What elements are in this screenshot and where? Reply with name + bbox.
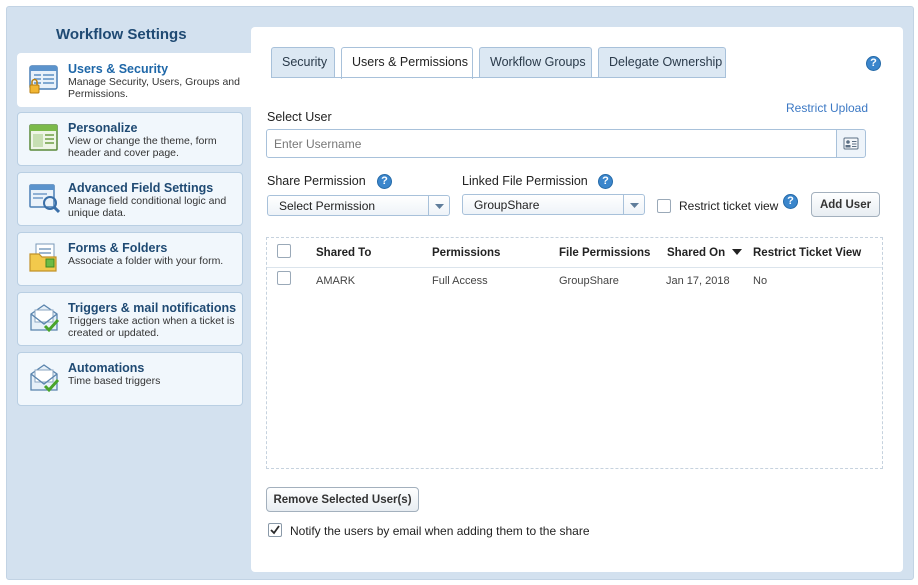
sidebar-item-desc: Manage field conditional logic and uniqu… xyxy=(68,195,227,219)
restrict-ticket-label: Restrict ticket view xyxy=(679,199,779,213)
tab-workflow-groups[interactable]: Workflow Groups xyxy=(479,47,592,78)
sidebar-item-title: Advanced Field Settings xyxy=(68,181,214,195)
notify-label: Notify the users by email when adding th… xyxy=(290,524,590,538)
cell-restrict: No xyxy=(753,275,768,287)
personalize-icon xyxy=(29,124,58,151)
sidebar-item-desc: View or change the theme, form header an… xyxy=(68,135,217,159)
sidebar-item-title: Automations xyxy=(68,361,145,375)
restrict-ticket-checkbox[interactable] xyxy=(657,199,671,213)
main-panel: Security Users & Permissions Workflow Gr… xyxy=(251,27,903,572)
sidebar-item-title: Forms & Folders xyxy=(68,241,168,255)
col-restrict-ticket-view[interactable]: Restrict Ticket View xyxy=(753,247,861,259)
select-all-checkbox[interactable] xyxy=(277,244,291,258)
users-security-icon xyxy=(29,65,58,94)
sidebar-item-automations[interactable]: Automations Time based triggers xyxy=(17,352,243,406)
share-permission-select[interactable]: Select Permission xyxy=(267,195,450,216)
trigger-mail-icon xyxy=(30,304,60,333)
chevron-down-icon xyxy=(623,195,644,214)
sort-desc-icon[interactable] xyxy=(732,249,742,256)
shared-users-table: Shared To Permissions File Permissions S… xyxy=(266,237,883,469)
sidebar-item-advanced-field-settings[interactable]: Advanced Field Settings Manage field con… xyxy=(17,172,243,226)
restrict-ticket-help-icon[interactable]: ? xyxy=(783,194,798,209)
contact-picker-button[interactable] xyxy=(836,129,866,158)
add-user-button[interactable]: Add User xyxy=(811,192,880,217)
sidebar-item-desc: Associate a folder with your form. xyxy=(68,255,224,267)
checkmark-icon xyxy=(270,525,280,535)
sidebar-title: Workflow Settings xyxy=(56,26,187,43)
sidebar-item-title: Personalize xyxy=(68,121,138,135)
col-file-permissions[interactable]: File Permissions xyxy=(559,247,650,259)
cell-permissions: Full Access xyxy=(432,275,488,287)
settings-frame: Workflow Settings Users & Security Manag… xyxy=(6,6,914,580)
remove-selected-users-button[interactable]: Remove Selected User(s) xyxy=(266,487,419,512)
linked-permission-value: GroupShare xyxy=(474,198,540,212)
contact-card-icon xyxy=(843,137,859,150)
sidebar-item-desc: Manage Security, Users, Groups and Permi… xyxy=(68,76,240,100)
sidebar-item-title: Users & Security xyxy=(68,62,169,76)
row-checkbox[interactable] xyxy=(277,271,291,285)
sidebar-item-desc: Time based triggers xyxy=(68,375,161,387)
sidebar-item-personalize[interactable]: Personalize View or change the theme, fo… xyxy=(17,112,243,166)
sidebar-item-users-security[interactable]: Users & Security Manage Security, Users,… xyxy=(17,53,251,107)
table-row[interactable]: AMARK Full Access GroupShare Jan 17, 201… xyxy=(267,269,882,295)
tab-users-permissions[interactable]: Users & Permissions xyxy=(341,47,473,79)
tab-security[interactable]: Security xyxy=(271,47,335,78)
help-icon[interactable]: ? xyxy=(866,56,881,71)
cell-shared-on: Jan 17, 2018 xyxy=(666,275,730,287)
linked-permission-help-icon[interactable]: ? xyxy=(598,174,613,189)
share-permission-label: Share Permission xyxy=(267,174,366,188)
sidebar-item-forms-folders[interactable]: Forms & Folders Associate a folder with … xyxy=(17,232,243,286)
sidebar-item-desc: Triggers take action when a ticket is cr… xyxy=(68,315,235,339)
share-permission-value: Select Permission xyxy=(279,199,376,213)
select-user-label: Select User xyxy=(267,110,332,124)
table-header: Shared To Permissions File Permissions S… xyxy=(267,238,882,268)
tab-divider xyxy=(271,77,726,78)
username-input[interactable] xyxy=(266,129,837,158)
advanced-field-icon xyxy=(29,184,60,214)
linked-permission-select[interactable]: GroupShare xyxy=(462,194,645,215)
col-shared-on[interactable]: Shared On xyxy=(667,247,725,259)
linked-file-permission-label: Linked File Permission xyxy=(462,174,588,188)
notify-checkbox[interactable] xyxy=(268,523,282,537)
chevron-down-icon xyxy=(428,196,449,215)
share-permission-help-icon[interactable]: ? xyxy=(377,174,392,189)
automation-icon xyxy=(30,364,60,393)
sidebar-item-title: Triggers & mail notifications xyxy=(68,301,237,315)
folder-icon xyxy=(29,243,57,272)
restrict-upload-link[interactable]: Restrict Upload xyxy=(786,101,868,115)
tab-delegate-ownership[interactable]: Delegate Ownership xyxy=(598,47,726,78)
cell-file-permissions: GroupShare xyxy=(559,275,619,287)
cell-shared-to: AMARK xyxy=(316,275,356,287)
col-permissions[interactable]: Permissions xyxy=(432,247,500,259)
col-shared-to[interactable]: Shared To xyxy=(316,247,371,259)
sidebar-item-triggers-mail[interactable]: Triggers & mail notifications Triggers t… xyxy=(17,292,243,346)
